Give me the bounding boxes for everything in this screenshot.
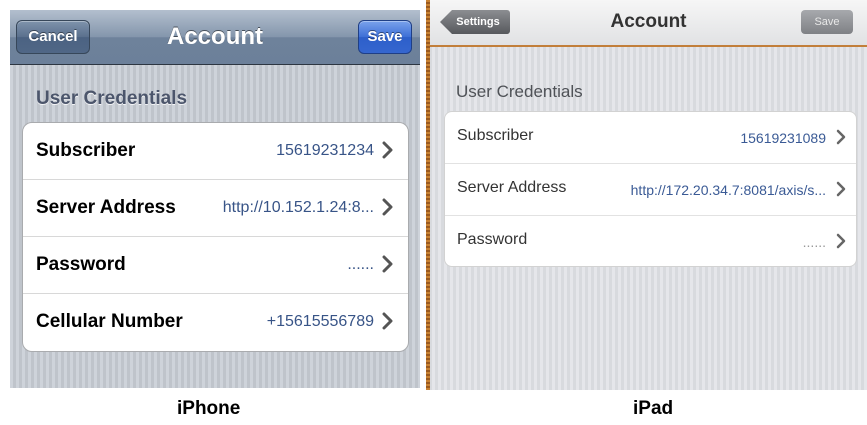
save-button[interactable]: Save [801, 10, 853, 34]
row-value: 15619231234 [276, 142, 374, 159]
ipad-navigation-bar: Settings Account Save [430, 0, 867, 47]
cellular-number-row[interactable]: Cellular Number +15615556789 [23, 294, 408, 350]
row-label: Subscriber [457, 127, 534, 144]
row-value: 15619231089 [740, 130, 826, 146]
credentials-table: Subscriber 15619231089 Server Address ht… [444, 111, 857, 267]
section-header: User Credentials [456, 82, 583, 101]
chevron-right-icon [836, 129, 846, 145]
subscriber-row[interactable]: Subscriber 15619231234 [23, 123, 408, 180]
password-row[interactable]: Password ...... [23, 237, 408, 294]
row-label: Server Address [457, 179, 567, 196]
iphone-screen: Cancel Account Save User Credentials Sub… [10, 10, 420, 388]
row-label: Cellular Number [36, 311, 183, 332]
chevron-right-icon [382, 255, 393, 273]
row-label: Password [36, 254, 126, 275]
iphone-navigation-bar: Cancel Account Save [10, 10, 420, 65]
row-value: ...... [802, 234, 826, 250]
row-label: Subscriber [36, 140, 136, 161]
subscriber-row[interactable]: Subscriber 15619231089 [445, 112, 856, 164]
password-row[interactable]: Password ...... [445, 216, 856, 266]
row-value: http://10.152.1.24:8... [222, 199, 374, 216]
row-value: ...... [347, 256, 374, 273]
row-value: http://172.20.34.7:8081/axis/s... [630, 182, 826, 198]
chevron-right-icon [836, 233, 846, 249]
row-value: +15615556789 [266, 313, 374, 330]
chevron-right-icon [836, 181, 846, 197]
save-button[interactable]: Save [358, 20, 412, 54]
server-address-row[interactable]: Server Address http://10.152.1.24:8... [23, 180, 408, 237]
chevron-right-icon [382, 312, 393, 330]
ipad-caption: iPad [633, 398, 674, 419]
row-label: Password [457, 231, 528, 248]
section-header: User Credentials [36, 88, 188, 109]
popover-border [426, 0, 430, 390]
ipad-screen: Settings Account Save User Credentials S… [426, 0, 867, 390]
chevron-right-icon [382, 198, 393, 216]
chevron-right-icon [382, 141, 393, 159]
iphone-caption: iPhone [177, 398, 241, 419]
row-label: Server Address [36, 197, 176, 218]
server-address-row[interactable]: Server Address http://172.20.34.7:8081/a… [445, 164, 856, 216]
credentials-table: Subscriber 15619231234 Server Address ht… [22, 122, 409, 352]
